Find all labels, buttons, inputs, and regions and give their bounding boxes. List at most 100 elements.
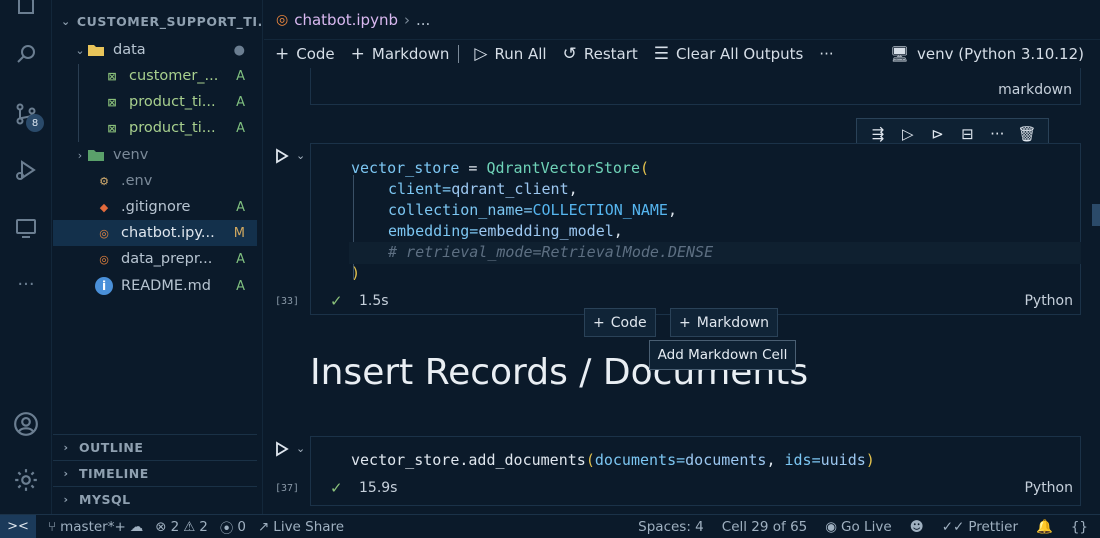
run-all-button[interactable]: ▷ Run All	[469, 40, 551, 68]
notifications-bell-icon[interactable]: 🔔	[1036, 519, 1053, 535]
settings-gear-icon[interactable]	[10, 464, 42, 496]
cell-language[interactable]: Python	[1024, 293, 1073, 309]
execution-duration: 15.9s	[359, 480, 398, 496]
restart-button[interactable]: ↺ Restart	[558, 40, 643, 68]
error-icon: ⊗	[155, 518, 167, 535]
run-cell-button[interactable]	[274, 148, 290, 164]
add-code-cell-button[interactable]: + Code	[584, 308, 656, 337]
tree-file[interactable]: ⊠ product_ti... A	[53, 115, 257, 141]
code-line-2: client=qdrant_client,	[388, 180, 578, 198]
source-control-icon[interactable]: 8	[10, 98, 44, 132]
indentation-indicator[interactable]: Spaces: 4	[638, 519, 704, 535]
chevron-down-icon[interactable]: ⌄	[296, 149, 305, 162]
chevron-right-icon: ›	[77, 148, 83, 162]
delete-cell-icon[interactable]: 🗑	[1016, 125, 1038, 143]
breadcrumb-more[interactable]: ...	[416, 11, 430, 29]
tree-folder-venv[interactable]: › venv	[53, 142, 257, 168]
execute-below-icon[interactable]: ⊳	[927, 125, 949, 143]
ports-indicator[interactable]: ⦿ 0	[220, 517, 246, 537]
workspace-title[interactable]: ⌄ CUSTOMER_SUPPORT_TI...	[61, 14, 261, 29]
code-line-4: embedding=embedding_model,	[388, 222, 623, 240]
tree-file[interactable]: ⊠ product_ti... A	[53, 89, 257, 115]
explorer-icon[interactable]	[10, 0, 42, 20]
plus-icon: +	[593, 314, 605, 331]
code-line-6: )	[351, 264, 361, 282]
info-icon: i	[95, 277, 113, 295]
spreadsheet-file-icon: ⊠	[107, 69, 117, 83]
success-check-icon: ✓	[330, 479, 343, 497]
copilot-icon[interactable]: ☻	[910, 519, 924, 535]
tree-file-selected[interactable]: ◎ chatbot.ipy... M	[53, 220, 257, 246]
tree-file[interactable]: ⚙ .env	[53, 168, 257, 194]
add-code-button[interactable]: + Code	[270, 40, 340, 68]
code-line-3: collection_name=COLLECTION_NAME,	[388, 201, 677, 219]
run-above-icon[interactable]: ⇶	[867, 125, 889, 143]
remote-explorer-icon[interactable]	[10, 212, 42, 244]
section-timeline[interactable]: › TIMELINE	[53, 460, 257, 486]
live-share-icon: ↗	[257, 518, 270, 535]
cell-position[interactable]: Cell 29 of 65	[722, 519, 807, 535]
tree-file[interactable]: ⊠ customer_... A	[53, 63, 257, 89]
tooltip: Add Markdown Cell	[649, 340, 796, 370]
prettier-button[interactable]: ✓✓ Prettier	[942, 519, 1018, 535]
markdown-cell[interactable]: markdown	[310, 68, 1081, 105]
tree-file[interactable]: i README.md A	[53, 273, 257, 299]
section-outline[interactable]: › OUTLINE	[53, 434, 257, 460]
clear-outputs-button[interactable]: ☰ Clear All Outputs	[649, 40, 809, 68]
account-icon[interactable]	[10, 408, 42, 440]
code-cell[interactable]: vector_store = QdrantVectorStore( client…	[310, 143, 1081, 315]
plus-icon: +	[350, 44, 365, 64]
breadcrumb-file[interactable]: chatbot.ipynb	[294, 11, 398, 29]
remote-indicator[interactable]: ><	[0, 514, 36, 538]
code-cell[interactable]: vector_store.add_documents(documents=doc…	[310, 436, 1081, 506]
add-markdown-cell-button[interactable]: + Markdown	[670, 308, 779, 337]
run-debug-icon[interactable]	[10, 154, 42, 186]
status-bar: >< ⑂ master*+ ☁ ⊗ 2 ⚠ 2 ⦿ 0 ↗ Live Share…	[0, 514, 1100, 538]
more-actions-button[interactable]: ···	[814, 40, 838, 68]
spreadsheet-file-icon: ⊠	[107, 121, 117, 135]
chevron-down-icon[interactable]: ⌄	[296, 442, 305, 455]
code-line-1: vector_store.add_documents(documents=doc…	[351, 451, 875, 469]
git-icon: ◆	[99, 200, 109, 214]
execution-count: [33]	[275, 296, 300, 307]
scm-badge: 8	[26, 114, 44, 132]
broadcast-icon: ⦿	[219, 520, 234, 537]
jupyter-icon: ◎	[276, 11, 289, 28]
section-mysql[interactable]: › MYSQL	[53, 486, 257, 512]
add-markdown-button[interactable]: + Markdown	[346, 40, 455, 68]
activity-bar: 8 ···	[0, 0, 52, 514]
folder-image-icon	[87, 146, 105, 164]
warning-icon: ⚠	[183, 518, 196, 535]
explorer-sidebar: ⌄ CUSTOMER_SUPPORT_TI... ⌄ data ● ⊠ cust…	[53, 0, 263, 514]
chevron-down-icon: ⌄	[75, 43, 85, 57]
breadcrumb: ◎ chatbot.ipynb › ...	[264, 0, 1100, 40]
tree-folder-data[interactable]: ⌄ data ●	[53, 37, 257, 63]
success-check-icon: ✓	[330, 292, 343, 310]
folder-open-icon	[87, 41, 105, 59]
search-icon[interactable]	[10, 38, 42, 70]
more-views-icon[interactable]: ···	[10, 268, 42, 300]
run-cell-button[interactable]	[274, 441, 290, 457]
jupyter-icon: ◎	[99, 252, 109, 266]
scrollbar-marker[interactable]	[1092, 204, 1100, 226]
cell-language[interactable]: Python	[1024, 480, 1073, 496]
execution-duration: 1.5s	[359, 293, 389, 309]
chevron-down-icon: ⌄	[61, 15, 71, 28]
double-check-icon: ✓✓	[941, 519, 965, 535]
problems-indicator[interactable]: ⊗ 2 ⚠ 2	[155, 519, 208, 535]
go-live-button[interactable]: ◉ Go Live	[825, 519, 891, 535]
split-cell-icon[interactable]: ⊟	[956, 125, 978, 143]
live-share-button[interactable]: ↗ Live Share	[258, 519, 344, 535]
clear-all-icon: ☰	[653, 44, 670, 64]
kernel-picker[interactable]: 🖥 venv (Python 3.10.12)	[890, 40, 1084, 68]
execution-count: [37]	[275, 483, 300, 494]
kernel-icon: 🖥	[889, 45, 910, 63]
language-braces[interactable]: {}	[1071, 519, 1088, 535]
more-icon[interactable]: ···	[986, 125, 1008, 143]
execute-above-icon[interactable]: ▷	[897, 125, 919, 143]
plus-icon: +	[275, 44, 290, 64]
git-branch[interactable]: ⑂ master*+ ☁	[48, 519, 143, 535]
tree-file[interactable]: ◆ .gitignore A	[53, 194, 257, 220]
run-all-icon: ▷	[474, 44, 488, 64]
tree-file[interactable]: ◎ data_prepr... A	[53, 246, 257, 272]
